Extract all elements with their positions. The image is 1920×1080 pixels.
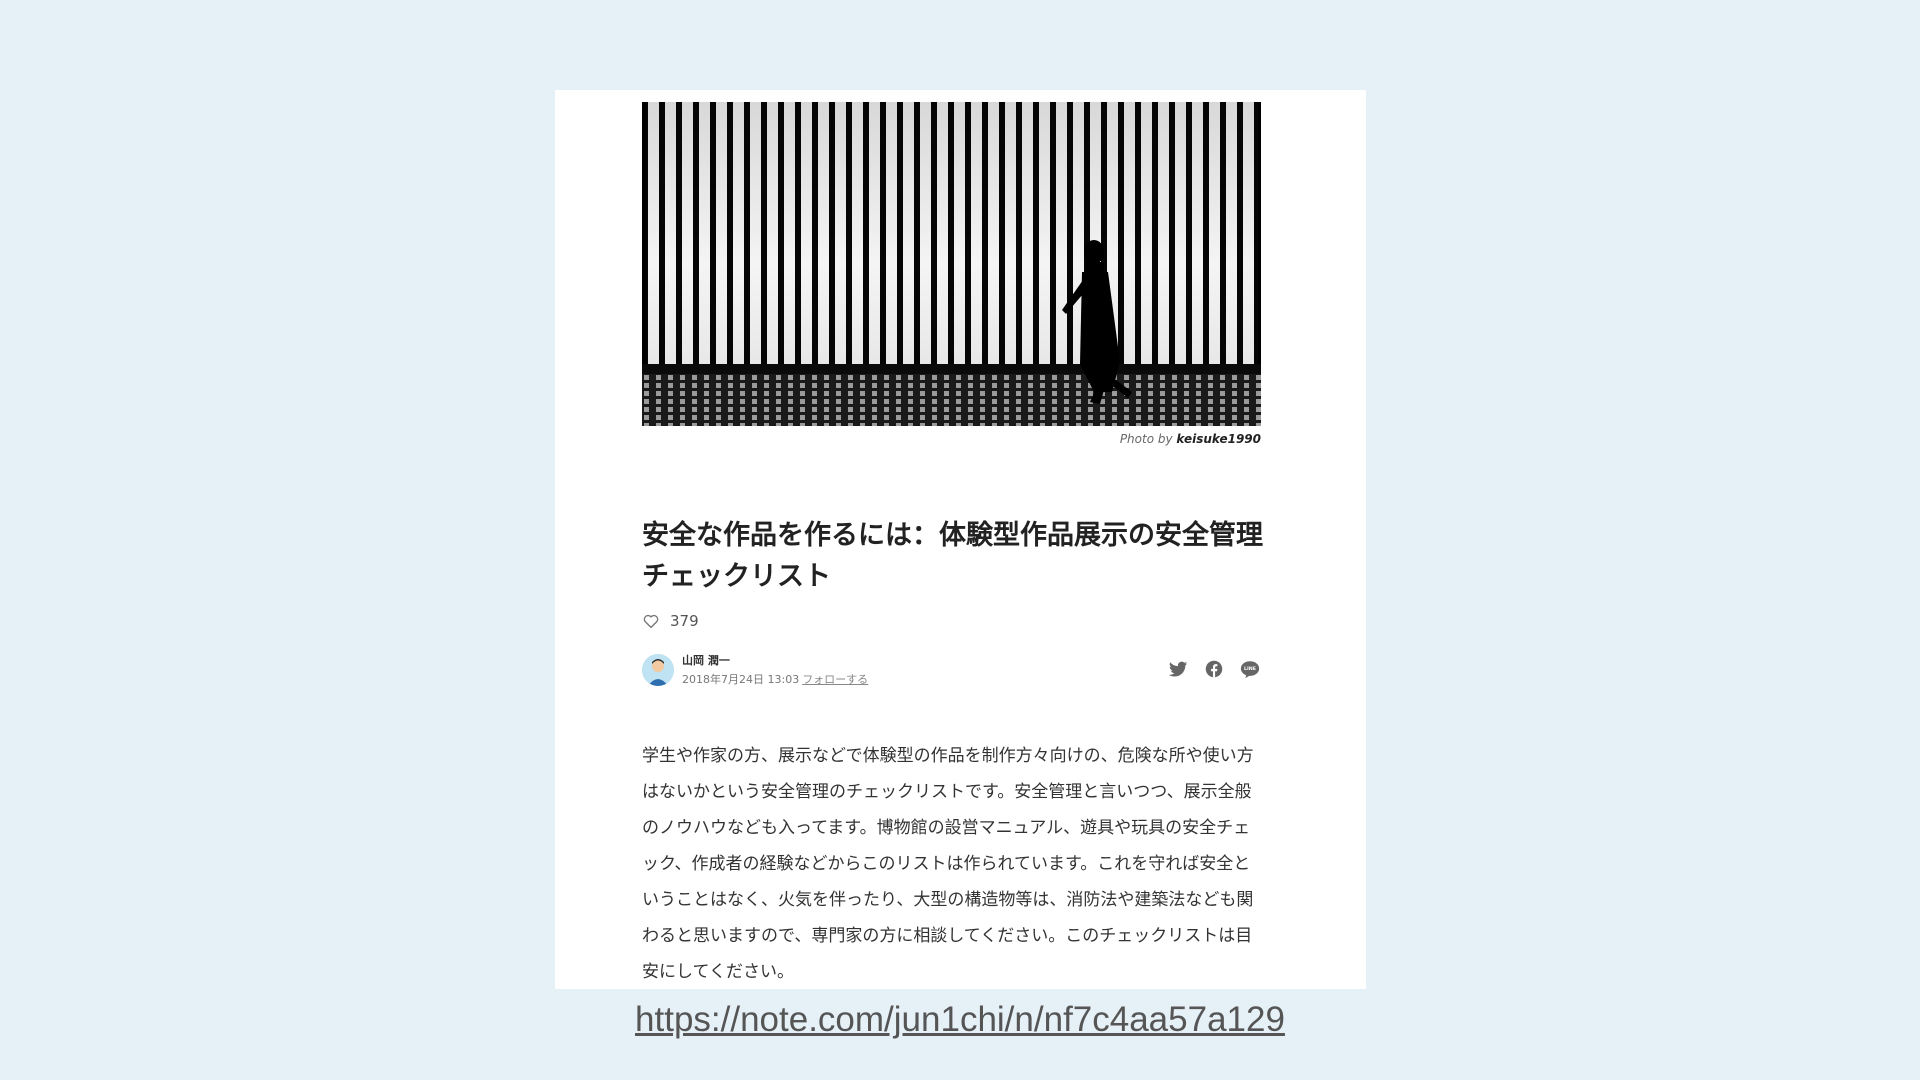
like-count: 379 [670,612,699,630]
like-button[interactable]: 379 [642,611,699,631]
avatar-image [642,653,674,686]
follow-link[interactable]: フォローする [802,673,868,686]
photo-credit-author[interactable]: keisuke1990 [1176,432,1261,446]
photo-credit-prefix: Photo by [1119,432,1173,446]
source-url-link[interactable]: https://note.com/jun1chi/n/nf7c4aa57a129 [0,1000,1920,1040]
facebook-icon [1205,660,1223,678]
line-share-button[interactable]: LINE [1239,658,1261,680]
post-date: 2018年7月24日 13:03 [682,673,800,686]
photo-credit: Photo by keisuke1990 [1120,432,1261,446]
hero-image [642,102,1261,426]
twitter-share-button[interactable] [1167,658,1189,680]
line-icon: LINE [1240,661,1260,679]
author-name[interactable]: 山岡 潤一 [682,652,868,668]
author-text: 山岡 潤一 2018年7月24日 13:03 フォローする [682,652,868,687]
article-body: 学生や作家の方、展示などで体験型の作品を制作方々向けの、危険な所や使い方はないか… [642,746,1254,982]
article-title: 安全な作品を作るには：体験型作品展示の安全管理チェックリスト [642,520,1263,592]
avatar[interactable] [642,653,674,686]
line-icon-text: LINE [1244,666,1256,672]
share-buttons: LINE [1167,658,1261,680]
post-meta: 2018年7月24日 13:03 フォローする [682,671,868,687]
author-block: 山岡 潤一 2018年7月24日 13:03 フォローする [642,652,868,687]
heart-icon [643,614,659,629]
hero-photo [642,102,1261,426]
facebook-share-button[interactable] [1203,658,1225,680]
twitter-icon [1168,661,1188,677]
article-card: Photo by keisuke1990 安全な作品を作るには：体験型作品展示の… [555,90,1366,989]
